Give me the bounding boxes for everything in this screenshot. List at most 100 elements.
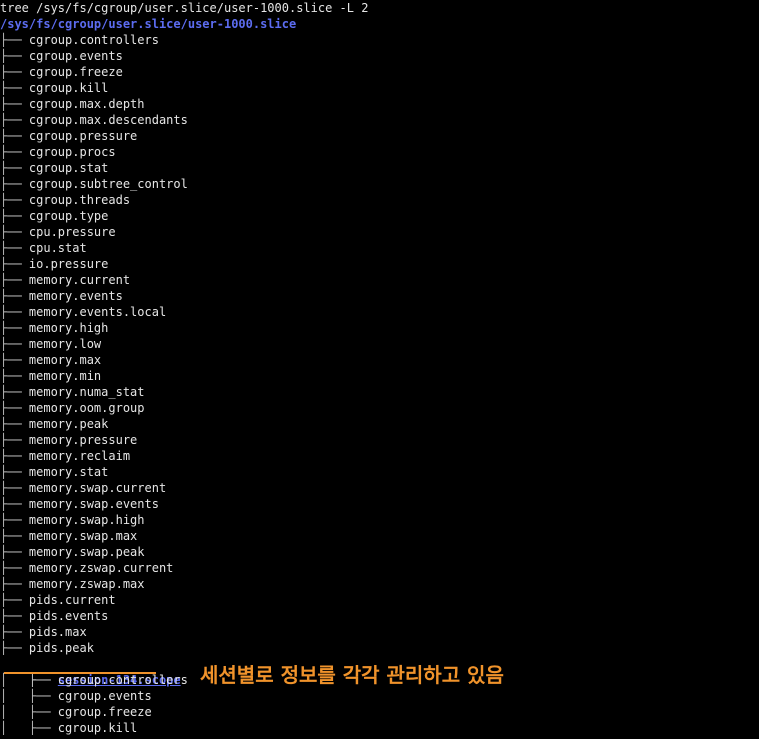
scope-entry-name: cgroup.events [57,689,152,703]
tree-branch: │ ├── [0,721,58,735]
tree-branch: ├── [0,513,29,527]
tree-entry-name: pids.current [28,593,116,607]
tree-entry: ├── memory.pressure [0,432,137,448]
command-line: tree /sys/fs/cgroup/user.slice/user-1000… [0,1,369,15]
tree-entry: ├── cgroup.type [0,208,108,224]
annotation-text: 세션별로 정보를 각각 관리하고 있음 [200,663,504,687]
tree-entry-name: memory.oom.group [28,401,145,415]
tree-branch: ├── [0,289,29,303]
tree-branch: ├── [0,449,29,463]
tree-entry-name: cgroup.procs [28,145,116,159]
scope-entry: │ ├── cgroup.events [0,688,152,704]
tree-branch: ├── [0,257,29,271]
tree-branch: ├── [0,209,29,223]
tree-entry-name: memory.current [28,273,131,287]
tree-entry: ├── memory.swap.peak [0,544,145,560]
tree-entry-name: memory.max [28,353,102,367]
tree-branch: ├── [0,161,29,175]
tree-entry-name: memory.swap.high [28,513,145,527]
tree-branch: ├── [0,625,29,639]
tree-entry-name: pids.peak [28,641,94,655]
scope-entry-name: cgroup.controllers [57,673,188,687]
scope-entry-name: cgroup.freeze [57,705,152,719]
tree-branch: ├── [0,465,29,479]
scope-entry-name: cgroup.kill [57,721,138,735]
tree-entry: ├── cgroup.stat [0,160,108,176]
tree-entry: ├── memory.current [0,272,130,288]
tree-branch: ├── [0,273,29,287]
tree-entry: ├── cgroup.max.depth [0,96,145,112]
tree-entry: ├── cgroup.subtree_control [0,176,188,192]
tree-branch: ├── [0,65,29,79]
tree-branch: ├── [0,577,29,591]
tree-branch: ├── [0,561,29,575]
tree-entry-name: memory.swap.max [28,529,138,543]
tree-entry: ├── cgroup.procs [0,144,116,160]
tree-branch: ├── [0,609,29,623]
tree-entry: ├── cgroup.events [0,48,123,64]
tree-entry-name: memory.min [28,369,102,383]
tree-branch: │ ├── [0,689,58,703]
tree-entry-name: cgroup.max.descendants [28,113,188,127]
tree-entry: ├── cgroup.pressure [0,128,137,144]
tree-branch: ├── [0,353,29,367]
tree-entry: ├── memory.swap.max [0,528,137,544]
tree-branch: ├── [0,337,29,351]
tree-entry-name: cpu.stat [28,241,87,255]
tree-branch: ├── [0,545,29,559]
tree-entry-name: memory.reclaim [28,449,131,463]
tree-branch: ├── [0,305,29,319]
tree-branch: ├── [0,177,29,191]
tree-branch: ├── [0,417,29,431]
tree-branch: │ ├── [0,705,58,719]
tree-entry: ├── pids.events [0,608,108,624]
tree-entry: ├── memory.events [0,288,123,304]
tree-entry-name: cgroup.subtree_control [28,177,188,191]
tree-entry-name: cgroup.type [28,209,109,223]
tree-branch: ├── [0,385,29,399]
tree-entry-name: memory.zswap.max [28,577,145,591]
tree-entry-name: cpu.pressure [28,225,116,239]
tree-entry-name: pids.events [28,609,109,623]
tree-entry: ├── memory.max [0,352,101,368]
tree-entry: ├── memory.zswap.current [0,560,173,576]
tree-entry-name: memory.low [28,337,102,351]
root-directory: /sys/fs/cgroup/user.slice/user-1000.slic… [0,17,297,31]
tree-entry-name: memory.swap.peak [28,545,145,559]
tree-branch: ├── [0,529,29,543]
tree-branch: ├── [0,321,29,335]
tree-entry: ├── cgroup.kill [0,80,108,96]
tree-entry: ├── memory.low [0,336,101,352]
tree-branch: ├── [0,369,29,383]
tree-entry: ├── memory.min [0,368,101,384]
tree-branch: ├── [0,145,29,159]
tree-entry: ├── pids.current [0,592,116,608]
tree-entry: ├── memory.reclaim [0,448,130,464]
tree-entry: ├── cgroup.freeze [0,64,123,80]
tree-entry: ├── pids.peak [0,640,94,656]
tree-branch: ├── [0,129,29,143]
tree-entry: ├── memory.numa_stat [0,384,145,400]
tree-entry-name: cgroup.threads [28,193,131,207]
tree-entry: ├── cpu.stat [0,240,87,256]
tree-branch: ├── [0,401,29,415]
tree-entry-name: cgroup.stat [28,161,109,175]
tree-entry-name: memory.events.local [28,305,167,319]
tree-entry-name: memory.stat [28,465,109,479]
tree-entry-name: memory.peak [28,417,109,431]
tree-branch: ├── [0,497,29,511]
tree-entry: ├── pids.max [0,624,87,640]
tree-entry: ├── cgroup.threads [0,192,130,208]
terminal-output: tree /sys/fs/cgroup/user.slice/user-1000… [0,0,759,739]
tree-branch: ├── [0,33,29,47]
tree-entry-name: memory.high [28,321,109,335]
tree-entry: ├── cgroup.controllers [0,32,159,48]
scope-entry: │ ├── cgroup.freeze [0,704,152,720]
highlight-underline [4,672,156,674]
tree-branch: ├── [0,49,29,63]
tree-branch: ├── [0,81,29,95]
tree-entry: ├── memory.swap.current [0,480,166,496]
tree-entry-name: memory.pressure [28,433,138,447]
tree-branch: ├── [0,97,29,111]
tree-entry: ├── memory.swap.events [0,496,159,512]
